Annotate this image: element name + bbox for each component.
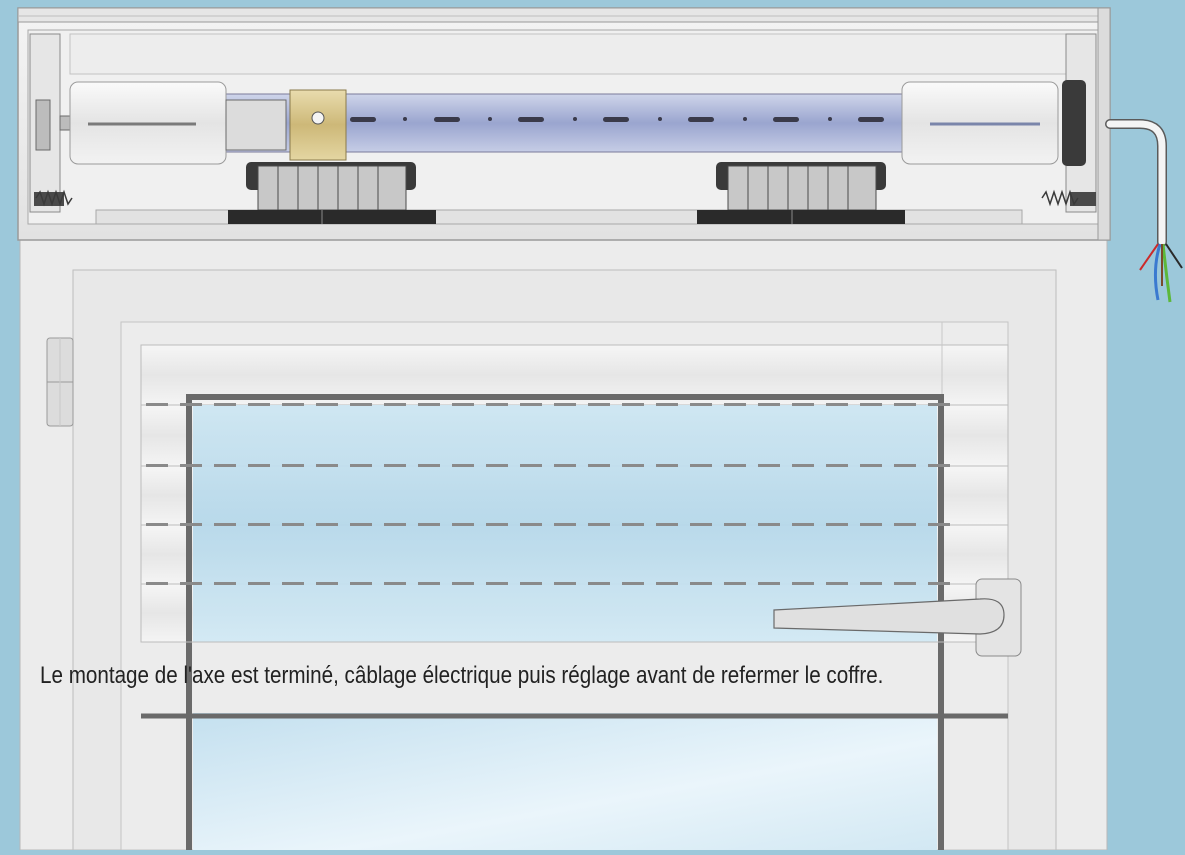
motor-head bbox=[225, 99, 287, 151]
window-hinge bbox=[46, 337, 74, 427]
drive-adapter bbox=[289, 89, 347, 161]
left-strap-clips bbox=[228, 162, 436, 224]
roller-tube bbox=[59, 81, 1059, 165]
shutter-assembly-diagram: Le montage de l'axe est terminé, câblage… bbox=[0, 0, 1185, 855]
right-strap-clips bbox=[697, 162, 905, 224]
diagram-canvas bbox=[0, 0, 1185, 855]
right-end-bracket bbox=[1062, 33, 1097, 213]
caption-text: Le montage de l'axe est terminé, câblage… bbox=[40, 662, 884, 689]
left-end-bracket bbox=[29, 33, 64, 213]
